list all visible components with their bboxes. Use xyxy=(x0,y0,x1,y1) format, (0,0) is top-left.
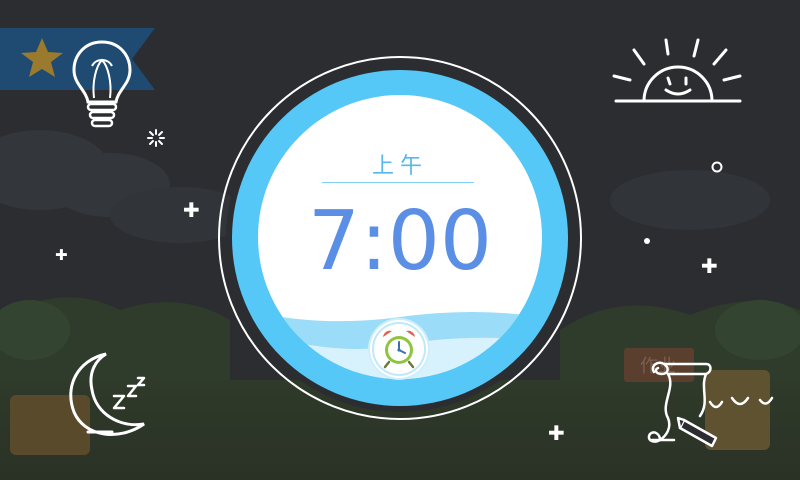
alarm-clock-icon xyxy=(372,322,426,376)
alarm-screen: 作业 ✚ ✚ ✚ ✚ 上午 7:00 xyxy=(0,0,800,480)
divider-line xyxy=(322,182,474,183)
alarm-button[interactable] xyxy=(370,320,428,378)
zzz-icon xyxy=(112,376,146,410)
character-face-doodle xyxy=(708,396,774,409)
sparkle-icon xyxy=(147,129,165,147)
am-pm-label: 上午 xyxy=(371,154,428,179)
sun-icon xyxy=(612,38,742,103)
alarm-time[interactable]: 7:00 xyxy=(0,192,800,292)
moon-icon xyxy=(69,352,146,436)
sparkle-icon: ✚ xyxy=(548,421,565,445)
lightbulb-icon xyxy=(72,40,132,128)
